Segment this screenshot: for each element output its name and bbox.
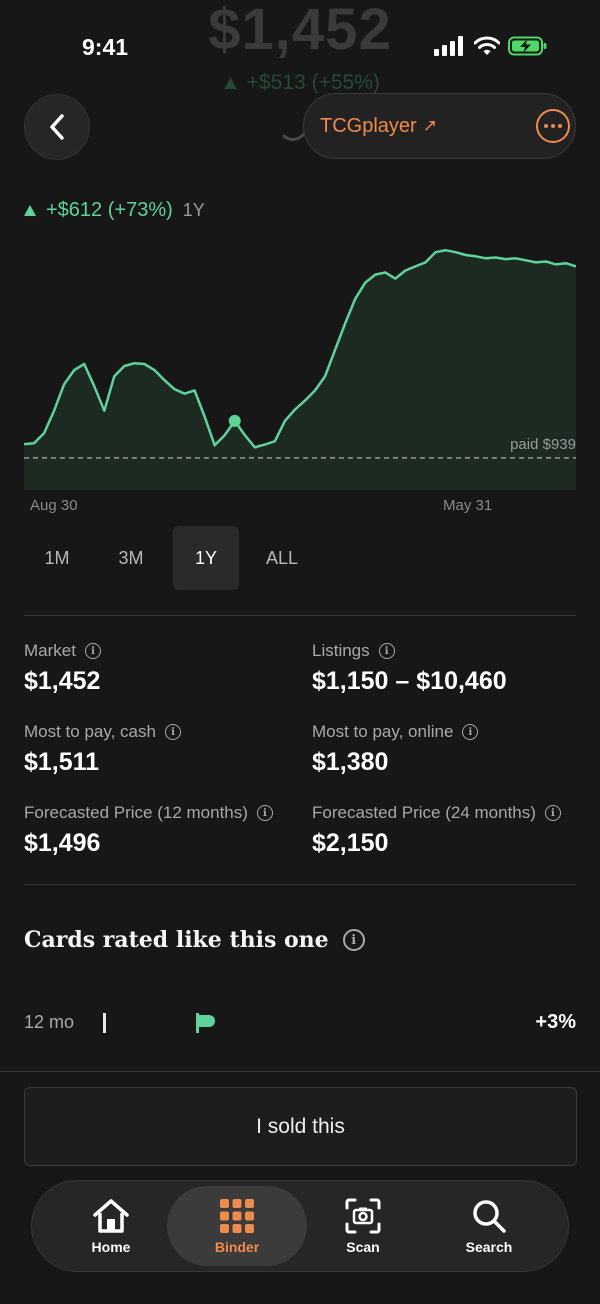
stat-forecast-12: Forecasted Price (12 months) i $1,496 — [24, 803, 273, 858]
stat-most-to-pay-cash: Most to pay, cash i $1,511 — [24, 722, 181, 777]
sold-button[interactable]: I sold this — [24, 1087, 577, 1166]
back-button[interactable] — [24, 94, 90, 160]
stat-label: Most to pay, cash — [24, 722, 156, 741]
info-icon[interactable]: i — [84, 643, 101, 659]
rated-range-marker — [103, 1013, 106, 1033]
stat-value: $1,511 — [24, 748, 100, 776]
stat-label: Forecasted Price (12 months) — [24, 803, 248, 822]
nav-search[interactable]: Search — [419, 1186, 559, 1266]
stat-forecast-24: Forecasted Price (24 months) i $2,150 — [312, 803, 561, 858]
price-change-row: +$612 (+73%) 1Y — [24, 199, 205, 222]
stat-most-to-pay-online: Most to pay, online i $1,380 — [312, 722, 479, 777]
status-time: 9:41 — [82, 34, 129, 60]
up-triangle-icon — [24, 205, 36, 216]
grid-icon — [220, 1198, 254, 1233]
range-tab-3m[interactable]: 3M — [98, 526, 164, 590]
stat-label: Most to pay, online — [312, 722, 454, 741]
stat-label: Market — [24, 641, 76, 660]
info-icon[interactable]: i — [378, 643, 395, 659]
price-change-period: 1Y — [182, 200, 205, 220]
range-tab-1y[interactable]: 1Y — [173, 526, 239, 590]
external-link-icon: ↗ — [422, 116, 437, 135]
chart-marker[interactable] — [228, 414, 241, 427]
stat-listings: Listings i $1,150 – $10,460 — [312, 641, 507, 696]
chart-area — [24, 250, 576, 490]
battery-charging-icon — [508, 36, 547, 56]
divider — [24, 884, 576, 885]
range-tab-all[interactable]: ALL — [249, 526, 315, 590]
rated-title: Cards rated like this one — [24, 927, 329, 953]
more-dot — [558, 124, 562, 128]
camera-scan-icon — [345, 1198, 381, 1233]
more-options-button[interactable] — [536, 109, 570, 143]
stat-value: $2,150 — [312, 829, 389, 857]
more-dot — [544, 124, 548, 128]
stat-value: $1,452 — [24, 667, 101, 695]
section-title: Cards rated like this one i — [24, 927, 365, 953]
info-icon[interactable]: i — [256, 805, 273, 821]
stat-label: Listings — [312, 641, 370, 660]
search-icon — [473, 1199, 506, 1233]
info-icon[interactable]: i — [462, 724, 479, 740]
stat-market: Market i $1,452 — [24, 641, 101, 696]
more-dot — [551, 124, 555, 128]
status-icons — [434, 36, 548, 56]
nav-label: Binder — [214, 1238, 260, 1255]
info-icon[interactable]: i — [342, 929, 365, 951]
wifi-icon — [474, 36, 500, 55]
nav-home[interactable]: Home — [41, 1186, 181, 1266]
price-change-value: +$612 (+73%) — [46, 199, 173, 221]
chevron-left-icon — [50, 114, 64, 140]
range-tab-1m[interactable]: 1M — [24, 526, 90, 590]
nav-label: Home — [91, 1238, 131, 1255]
rated-change: +3% — [535, 1011, 576, 1033]
home-icon — [93, 1198, 129, 1233]
flag-icon — [196, 1013, 215, 1033]
info-icon[interactable]: i — [544, 805, 561, 821]
nav-label: Scan — [346, 1238, 380, 1255]
divider — [24, 615, 576, 616]
price-chart[interactable]: paid $939 — [24, 240, 576, 490]
x-axis-label-start: Aug 30 — [30, 497, 78, 514]
source-label: TCGplayer — [320, 114, 417, 137]
nav-scan[interactable]: Scan — [293, 1186, 433, 1266]
stat-value: $1,496 — [24, 829, 101, 857]
divider — [0, 1071, 600, 1072]
chart-reference-label: paid $939 — [510, 436, 576, 453]
nav-label: Search — [465, 1238, 513, 1255]
cellular-signal-icon — [434, 36, 463, 56]
info-icon[interactable]: i — [164, 724, 181, 740]
x-axis-label-end: May 31 — [443, 497, 493, 514]
nav-binder[interactable]: Binder — [167, 1186, 307, 1266]
stat-value: $1,380 — [312, 748, 389, 776]
stat-value: $1,150 – $10,460 — [312, 667, 507, 695]
stat-label: Forecasted Price (24 months) — [312, 803, 536, 822]
rated-period: 12 mo — [24, 1012, 75, 1032]
hero-change: ▲ +$513 (+55%) — [220, 71, 380, 94]
